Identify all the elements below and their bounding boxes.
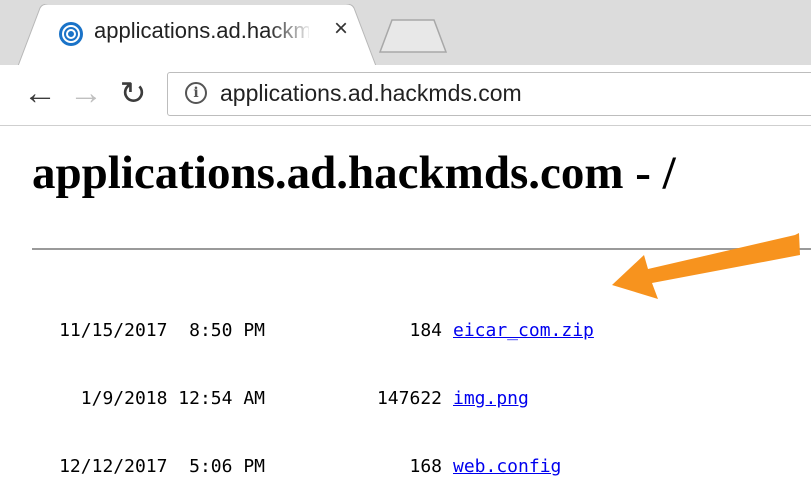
file-date: 11/15/2017 8:50 PM xyxy=(59,320,265,341)
directory-listing: 11/15/2017 8:50 PM 184 eicar_com.zip 1/9/2… xyxy=(32,276,594,501)
globe-icon xyxy=(59,22,83,46)
new-tab-button[interactable] xyxy=(378,18,448,54)
file-date: 12/12/2017 5:06 PM xyxy=(59,456,265,477)
address-bar[interactable]: i applications.ad.hackmds.com xyxy=(167,72,811,116)
tab-strip: applications.ad.hackmds.com × xyxy=(0,0,811,66)
file-date: 1/9/2018 12:54 AM xyxy=(80,388,265,409)
file-size: 147622 xyxy=(376,388,442,409)
info-icon[interactable]: i xyxy=(185,82,207,104)
file-size: 184 xyxy=(409,320,442,341)
close-tab-icon[interactable]: × xyxy=(334,17,348,41)
browser-tab[interactable]: applications.ad.hackmds.com × xyxy=(18,4,376,66)
list-item: 11/15/2017 8:50 PM 184 eicar_com.zip xyxy=(32,318,594,344)
file-link[interactable]: img.png xyxy=(453,388,529,409)
list-item: 12/12/2017 5:06 PM 168 web.config xyxy=(32,454,594,480)
url-text[interactable]: applications.ad.hackmds.com xyxy=(220,80,522,107)
list-item: 1/9/2018 12:54 AM 147622 img.png xyxy=(32,386,594,412)
reload-button[interactable]: ↻ xyxy=(113,73,153,113)
file-size: 168 xyxy=(409,456,442,477)
file-link[interactable]: web.config xyxy=(453,456,561,477)
forward-button[interactable]: → xyxy=(66,73,106,113)
file-link[interactable]: eicar_com.zip xyxy=(453,320,594,341)
toolbar: ← → ↻ i applications.ad.hackmds.com xyxy=(0,65,811,126)
tab-title-fade xyxy=(268,14,313,52)
back-button[interactable]: ← xyxy=(20,73,60,113)
annotation-arrow xyxy=(612,233,800,299)
page-title: applications.ad.hackmds.com - / xyxy=(32,147,676,199)
